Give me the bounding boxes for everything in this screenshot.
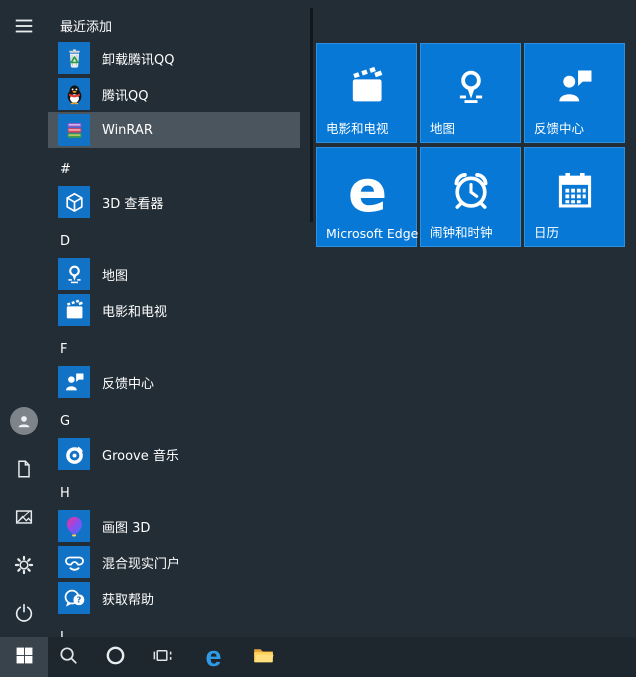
start-button[interactable] xyxy=(0,637,48,677)
tile-label: Microsoft Edge xyxy=(326,226,419,241)
app-label: WinRAR xyxy=(102,122,153,138)
gear-icon xyxy=(13,554,35,576)
app-list-item-groove-music[interactable]: Groove 音乐 xyxy=(48,436,300,472)
user-avatar-icon xyxy=(10,407,38,435)
tile-label: 日历 xyxy=(534,225,560,240)
file-explorer-button[interactable] xyxy=(240,637,286,677)
tile-label: 反馈中心 xyxy=(534,121,585,136)
section-header-g[interactable]: G xyxy=(60,412,70,432)
section-header-i[interactable]: I xyxy=(60,628,64,637)
edge-icon: e xyxy=(347,157,387,225)
calendar-icon xyxy=(525,160,624,222)
movies-tv-icon xyxy=(58,294,90,326)
power-button[interactable] xyxy=(0,591,48,635)
app-list-item-qq[interactable]: 腾讯QQ xyxy=(48,76,300,112)
app-list-item-feedback-hub[interactable]: 反馈中心 xyxy=(48,364,300,400)
maps-icon xyxy=(58,258,90,290)
app-label: 地图 xyxy=(102,268,129,284)
svg-text:?: ? xyxy=(76,594,81,604)
app-list-item-winrar[interactable]: WinRAR xyxy=(48,112,300,148)
tile-alarms-clock[interactable]: 闹钟和时钟 xyxy=(420,147,521,247)
app-list-scrollbar[interactable] xyxy=(310,8,313,222)
groove-music-icon xyxy=(58,438,90,470)
pictures-button[interactable] xyxy=(0,495,48,539)
power-icon xyxy=(13,602,35,624)
app-label: 卸载腾讯QQ xyxy=(102,52,175,68)
windows-start-menu-screen: 最近添加 卸载腾讯QQ 腾讯QQ WinRAR # 3D 查看器 D 地图 电影… xyxy=(0,0,636,677)
section-header-hash[interactable]: # xyxy=(60,160,71,180)
app-list-item-paint-3d[interactable]: 画图 3D xyxy=(48,508,300,544)
expand-menu-button[interactable] xyxy=(0,4,48,48)
app-label: 混合现实门户 xyxy=(102,556,181,572)
search-icon xyxy=(57,644,80,670)
taskbar: e xyxy=(0,637,636,677)
section-header-h[interactable]: H xyxy=(60,484,70,504)
get-help-icon: ? xyxy=(58,582,90,614)
task-view-button[interactable] xyxy=(139,637,185,677)
section-header-f[interactable]: F xyxy=(60,340,67,360)
feedback-hub-icon xyxy=(58,366,90,398)
app-list-item-mixed-reality[interactable]: 混合现实门户 xyxy=(48,544,300,580)
paint-3d-icon xyxy=(58,510,90,542)
uninstall-qq-icon xyxy=(58,42,90,74)
nav-rail xyxy=(0,0,48,637)
maps-icon xyxy=(421,56,520,118)
windows-logo-icon xyxy=(15,646,34,668)
app-label: 画图 3D xyxy=(102,520,151,536)
alarms-clock-icon xyxy=(421,160,520,222)
mixed-reality-icon xyxy=(58,546,90,578)
app-list-item-3d-viewer[interactable]: 3D 查看器 xyxy=(48,184,300,220)
pictures-icon xyxy=(13,506,35,528)
tile-movies-tv[interactable]: 电影和电视 xyxy=(316,43,417,143)
document-icon xyxy=(13,458,35,480)
hamburger-icon xyxy=(13,15,35,37)
user-account-button[interactable] xyxy=(0,399,48,443)
tile-calendar[interactable]: 日历 xyxy=(524,147,625,247)
documents-button[interactable] xyxy=(0,447,48,491)
tile-feedback-hub[interactable]: 反馈中心 xyxy=(524,43,625,143)
winrar-icon xyxy=(58,114,90,146)
3d-viewer-icon xyxy=(58,186,90,218)
movies-tv-icon xyxy=(317,56,416,118)
tile-label: 地图 xyxy=(430,121,456,136)
app-list-item-uninstall-qq[interactable]: 卸载腾讯QQ xyxy=(48,40,300,76)
app-list-item-movies-tv[interactable]: 电影和电视 xyxy=(48,292,300,328)
task-view-icon xyxy=(151,644,174,670)
tile-label: 电影和电视 xyxy=(326,121,389,136)
settings-button[interactable] xyxy=(0,543,48,587)
file-explorer-icon xyxy=(251,643,276,671)
taskbar-search-button[interactable] xyxy=(45,637,91,677)
app-label: 3D 查看器 xyxy=(102,196,164,212)
taskbar-edge-button[interactable]: e xyxy=(190,637,236,677)
app-list-item-get-help[interactable]: ? 获取帮助 xyxy=(48,580,300,616)
section-header-recent[interactable]: 最近添加 xyxy=(60,18,112,38)
tile-microsoft-edge[interactable]: e Microsoft Edge xyxy=(316,147,419,247)
cortana-circle-icon xyxy=(104,644,127,670)
tile-label: 闹钟和时钟 xyxy=(430,225,493,240)
app-label: 电影和电视 xyxy=(102,304,168,320)
tile-maps[interactable]: 地图 xyxy=(420,43,521,143)
app-label: 腾讯QQ xyxy=(102,88,149,104)
start-menu-panel: 最近添加 卸载腾讯QQ 腾讯QQ WinRAR # 3D 查看器 D 地图 电影… xyxy=(0,0,636,637)
app-label: 反馈中心 xyxy=(102,376,155,392)
app-label: 获取帮助 xyxy=(102,592,155,608)
edge-icon: e xyxy=(205,640,221,673)
app-label: Groove 音乐 xyxy=(102,448,179,464)
qq-icon xyxy=(58,78,90,110)
section-header-d[interactable]: D xyxy=(60,232,70,252)
cortana-button[interactable] xyxy=(92,637,138,677)
feedback-hub-icon xyxy=(525,56,624,118)
app-list-item-maps[interactable]: 地图 xyxy=(48,256,300,292)
